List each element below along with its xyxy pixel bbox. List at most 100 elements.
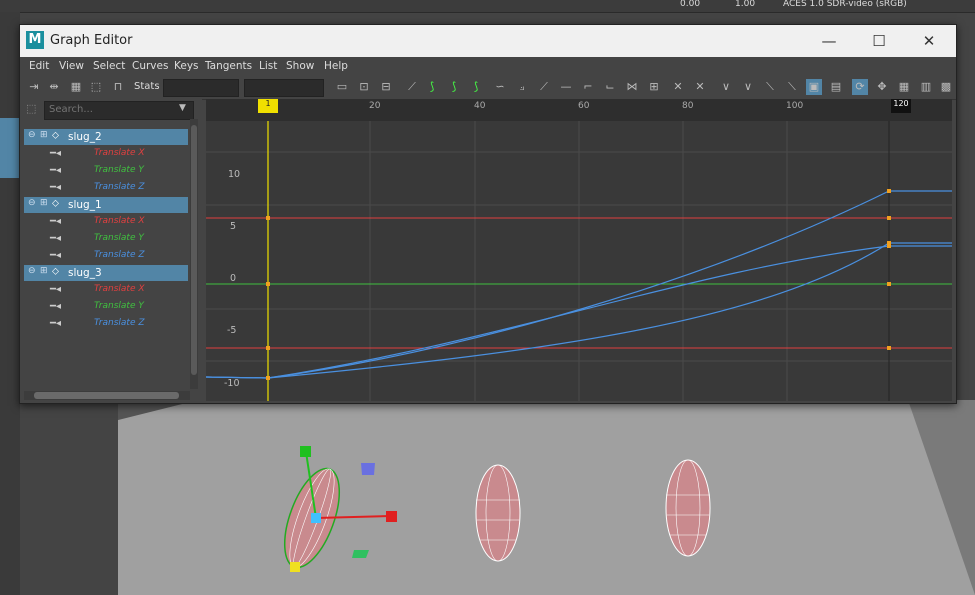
search-dropdown-icon[interactable]: ▼: [179, 103, 186, 113]
outliner-attr-row[interactable]: ━◂ Translate Y: [24, 231, 188, 247]
pre-infinity-icon[interactable]: ⟍: [784, 79, 800, 95]
insert-keys-icon[interactable]: ⇹: [46, 79, 62, 95]
curve-attr-icon: ━◂: [50, 233, 62, 244]
outliner-attr-row[interactable]: ━◂ Translate X: [24, 214, 188, 230]
step-tangent-icon[interactable]: ⟓: [514, 79, 530, 95]
denormalize-icon[interactable]: ▤: [828, 79, 844, 95]
outliner-attr-row[interactable]: ━◂ Translate Z: [24, 248, 188, 264]
outliner-vertical-scrollbar[interactable]: [190, 119, 198, 389]
dope-sheet-icon[interactable]: ▦: [896, 79, 912, 95]
outliner-attr-row[interactable]: ━◂ Translate Z: [24, 316, 188, 332]
snap-icon[interactable]: ⟍: [762, 79, 778, 95]
attr-translate-x: Translate X: [94, 216, 145, 226]
outliner-attr-row[interactable]: ━◂ Translate Z: [24, 180, 188, 196]
minimize-button[interactable]: —: [817, 31, 841, 51]
menu-select[interactable]: Select: [93, 60, 125, 72]
outliner-attr-row[interactable]: ━◂ Translate X: [24, 146, 188, 162]
unify-tangents-icon[interactable]: ⊞: [646, 79, 662, 95]
plateau-tangent-icon[interactable]: ⟋: [536, 79, 552, 95]
outliner-node-slug-2[interactable]: ⊖ ⊞ ⬦ slug_2: [24, 129, 188, 145]
lock-weights-icon[interactable]: ✕: [670, 79, 686, 95]
time-tick-label: 80: [682, 101, 694, 111]
title-bar[interactable]: M Graph Editor — ☐ ✕: [20, 25, 956, 57]
search-box[interactable]: ▼: [44, 101, 194, 120]
free-weights-icon[interactable]: ✕: [692, 79, 708, 95]
menu-view[interactable]: View: [59, 60, 84, 72]
maya-left-panel: [0, 12, 20, 595]
expand-icon[interactable]: ⊖: [28, 130, 36, 140]
exposure-value[interactable]: 0.00: [680, 0, 700, 9]
frame-selection-icon[interactable]: ⊡: [356, 79, 372, 95]
attr-translate-x: Translate X: [94, 284, 145, 294]
tangent-display-icon[interactable]: ⟳: [852, 79, 868, 95]
swap-buffer-icon[interactable]: ∨: [740, 79, 756, 95]
step-next-icon[interactable]: ⌐: [580, 79, 596, 95]
filter-icon[interactable]: ⬚: [26, 102, 36, 115]
linear-icon[interactable]: —: [558, 79, 574, 95]
trax-icon[interactable]: ▥: [918, 79, 934, 95]
transform-node-icon: ⬦: [52, 130, 59, 141]
close-button[interactable]: ✕: [917, 31, 941, 51]
node-toggle-icon[interactable]: ⊞: [40, 266, 48, 276]
menu-show[interactable]: Show: [286, 60, 314, 72]
end-frame-marker[interactable]: 120: [891, 99, 911, 113]
menu-list[interactable]: List: [259, 60, 277, 72]
scrollbar-thumb[interactable]: [34, 392, 179, 399]
gamma-value[interactable]: 1.00: [735, 0, 755, 9]
curve-outliner[interactable]: ⬚ ▼ ⊖ ⊞ ⬦ slug_2 ━◂ Translate X ━◂ Trans…: [20, 99, 202, 403]
time-tick-label: 100: [786, 101, 804, 111]
camera-icon[interactable]: ▩: [938, 79, 954, 95]
linear-tangent-icon[interactable]: ⟆: [468, 79, 484, 95]
node-toggle-icon[interactable]: ⊞: [40, 198, 48, 208]
curve-display-icon[interactable]: ✥: [874, 79, 890, 95]
stats-value-field[interactable]: [244, 79, 324, 97]
lattice-icon[interactable]: ▦: [68, 79, 84, 95]
region-select-icon[interactable]: ⬚: [88, 79, 104, 95]
flat-tangent-icon[interactable]: ∽: [492, 79, 508, 95]
outliner-node-slug-1[interactable]: ⊖ ⊞ ⬦ slug_1: [24, 197, 188, 213]
normalize-icon[interactable]: ▣: [806, 79, 822, 95]
viewport-scene: [118, 400, 975, 595]
attr-translate-z: Translate Z: [94, 318, 145, 328]
maximize-button[interactable]: ☐: [867, 31, 891, 51]
frame-all-icon[interactable]: ▭: [334, 79, 350, 95]
menu-edit[interactable]: Edit: [29, 60, 49, 72]
outliner-node-slug-3[interactable]: ⊖ ⊞ ⬦ slug_3: [24, 265, 188, 281]
spline-tangent-icon[interactable]: ⟆: [424, 79, 440, 95]
outliner-attr-row[interactable]: ━◂ Translate Y: [24, 163, 188, 179]
graph-view[interactable]: 20 40 60 80 100 1 120 10 5 0 -5 -10: [206, 99, 952, 401]
attr-translate-z: Translate Z: [94, 250, 145, 260]
search-input[interactable]: [49, 104, 169, 115]
color-space-select[interactable]: ACES 1.0 SDR-video (sRGB): [783, 0, 907, 9]
menu-bar: Edit View Select Curves Keys Tangents Li…: [20, 57, 956, 75]
auto-tangent-icon[interactable]: ⟋: [404, 79, 420, 95]
menu-curves[interactable]: Curves: [132, 60, 168, 72]
menu-keys[interactable]: Keys: [174, 60, 199, 72]
expand-icon[interactable]: ⊖: [28, 198, 36, 208]
outliner-attr-row[interactable]: ━◂ Translate X: [24, 282, 188, 298]
outliner-attr-row[interactable]: ━◂ Translate Y: [24, 299, 188, 315]
retime-icon[interactable]: ⊓: [110, 79, 126, 95]
viewport-3d[interactable]: [118, 400, 975, 595]
clamped-tangent-icon[interactable]: ⟆: [446, 79, 462, 95]
transform-node-icon: ⬦: [52, 198, 59, 209]
menu-tangents[interactable]: Tangents: [205, 60, 252, 72]
attr-translate-y: Translate Y: [94, 301, 144, 311]
buffer-curve-icon[interactable]: ∨: [718, 79, 734, 95]
frame-playback-icon[interactable]: ⊟: [378, 79, 394, 95]
stats-frame-field[interactable]: [163, 79, 239, 97]
break-tangents-icon[interactable]: ⋈: [624, 79, 640, 95]
menu-help[interactable]: Help: [324, 60, 348, 72]
time-ruler[interactable]: 20 40 60 80 100 1 120: [206, 99, 952, 121]
time-tick-label: 60: [578, 101, 590, 111]
step-prev-icon[interactable]: ⌙: [602, 79, 618, 95]
node-toggle-icon[interactable]: ⊞: [40, 130, 48, 140]
current-frame-marker[interactable]: 1: [258, 99, 278, 113]
expand-icon[interactable]: ⊖: [28, 266, 36, 276]
outliner-horizontal-scrollbar[interactable]: [24, 391, 190, 400]
time-tick-label: 40: [474, 101, 486, 111]
left-panel-selection: [0, 118, 20, 178]
graph-editor-window[interactable]: M Graph Editor — ☐ ✕ Edit View Select Cu…: [19, 24, 957, 404]
scrollbar-thumb[interactable]: [191, 125, 197, 375]
move-keys-icon[interactable]: ⇥: [26, 79, 42, 95]
